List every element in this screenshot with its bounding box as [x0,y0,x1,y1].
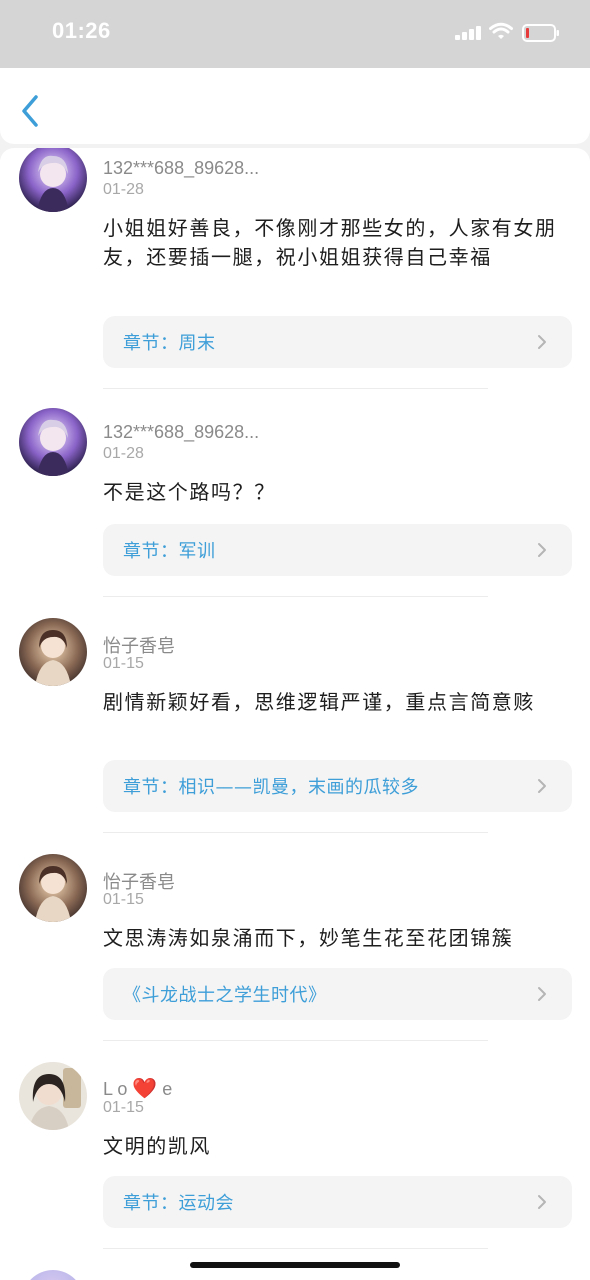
comment-date: 01-28 [103,445,144,462]
chevron-right-icon [538,1195,546,1209]
comment-text: 文明的凯风 [103,1134,211,1158]
book-link[interactable]: 《斗龙战士之学生时代》 [103,968,572,1020]
chapter-link[interactable]: 章节：运动会 [103,1176,572,1228]
avatar[interactable] [19,408,87,476]
divider [103,1040,488,1041]
divider [103,388,488,389]
chevron-right-icon [538,335,546,349]
comment-text: 剧情新颖好看，思维逻辑严谨，重点言简意赅 [103,690,535,714]
divider [103,832,488,833]
avatar[interactable] [19,854,87,922]
chapter-label: 章节：周末 [123,333,216,354]
chevron-right-icon [538,779,546,793]
book-title: 《斗龙战士之学生时代》 [123,985,327,1006]
home-indicator[interactable] [190,1262,400,1268]
chapter-label: 章节：相识——凯曼，末画的瓜较多 [123,777,419,798]
username-prefix: L o [103,1079,133,1099]
chapter-link[interactable]: 章节：相识——凯曼，末画的瓜较多 [103,760,572,812]
comment-date: 01-15 [103,1099,144,1116]
wifi-icon [489,22,513,39]
comment-date: 01-15 [103,655,144,672]
username[interactable]: L o ❤️ e [103,1076,172,1101]
chevron-right-icon [538,987,546,1001]
chevron-left-icon[interactable] [18,94,48,128]
cellular-signal-icon [455,26,481,40]
divider [103,1248,488,1249]
comment-date: 01-15 [103,891,144,908]
chapter-link[interactable]: 章节：军训 [103,524,572,576]
battery-low-icon [522,24,559,42]
chapter-label: 章节：运动会 [123,1193,234,1214]
comment-list: 132***688_89628... 01-28 小姐姐好善良，不像刚才那些女的… [0,148,590,1280]
comment-date: 01-28 [103,181,144,198]
heart-emoji: ❤️ [132,1078,158,1100]
avatar[interactable] [19,1062,87,1130]
navigation-bar [0,68,590,144]
status-bar: 01:26 [0,0,590,68]
avatar[interactable] [19,148,87,212]
status-time: 01:26 [52,18,111,43]
username[interactable]: 132***688_89628... [103,158,259,179]
chevron-right-icon [538,543,546,557]
chapter-label: 章节：军训 [123,541,216,562]
username[interactable]: 132***688_89628... [103,422,259,443]
comment-text: 小姐姐好善良，不像刚才那些女的，人家有女朋友，还要插一腿，祝小姐姐获得自己幸福 [103,216,557,269]
chapter-link[interactable]: 章节：周末 [103,316,572,368]
comment-text: 不是这个路吗？？ [103,480,276,504]
divider [103,596,488,597]
avatar[interactable] [19,618,87,686]
username-suffix: e [157,1079,173,1099]
comment-text: 文思涛涛如泉涌而下，妙笔生花至花团锦簇 [103,926,514,950]
